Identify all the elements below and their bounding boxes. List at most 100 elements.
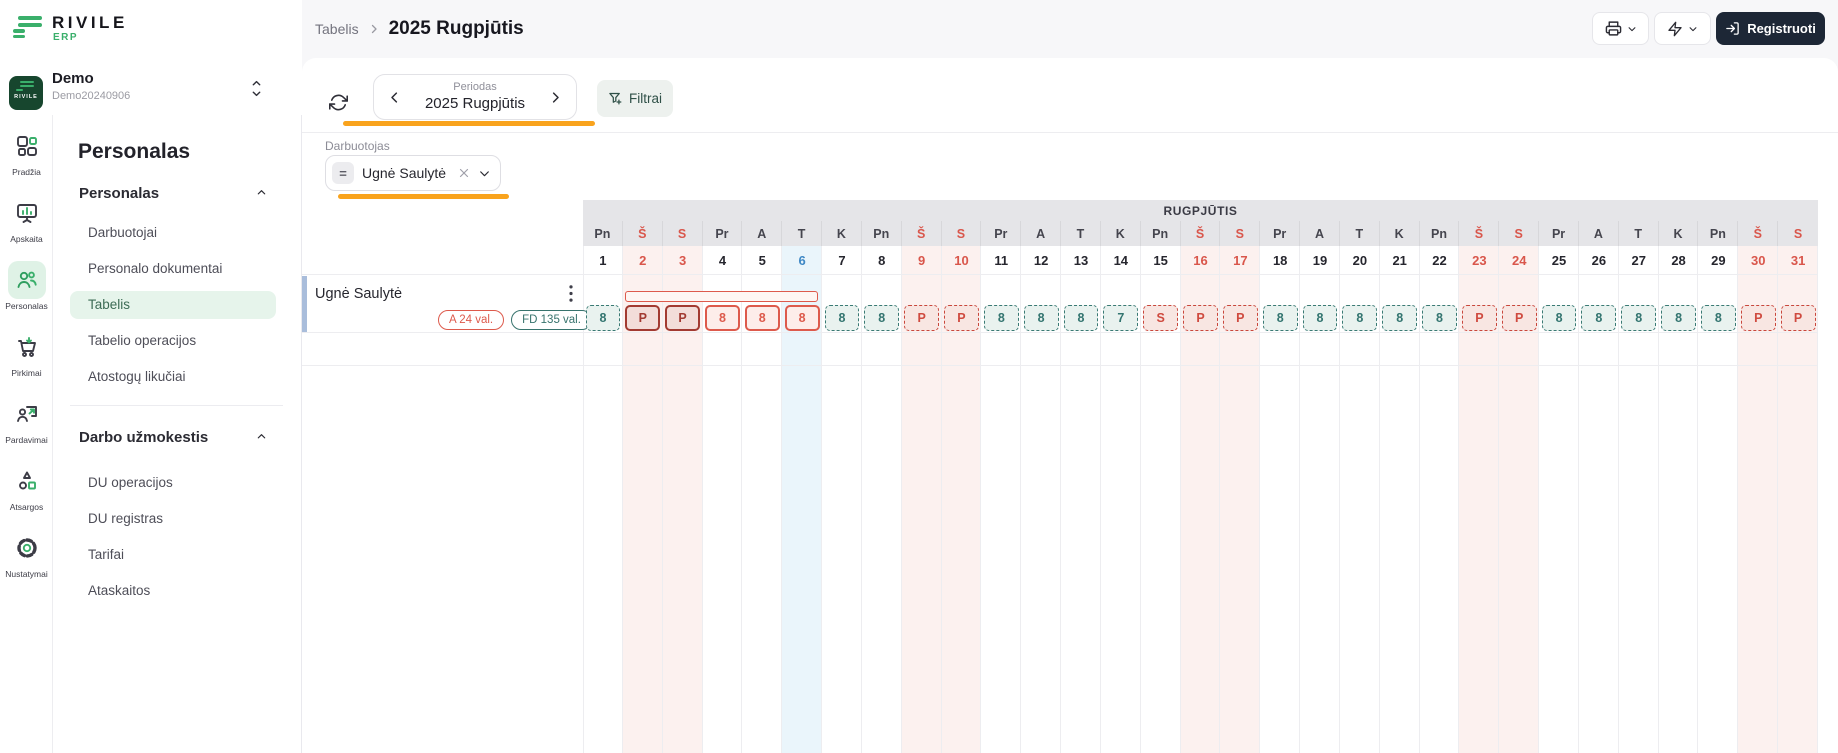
timesheet-cell-day-6[interactable]: 8 bbox=[784, 305, 820, 331]
day-number: 29 bbox=[1711, 252, 1726, 268]
sidebar-item-atsargos[interactable]: Atsargos bbox=[0, 457, 53, 524]
timesheet-cell-day-11[interactable]: 8 bbox=[983, 305, 1019, 331]
timesheet-cell-day-30[interactable]: P bbox=[1740, 305, 1776, 331]
chevron-right-icon bbox=[368, 23, 380, 35]
period-next-button[interactable] bbox=[548, 90, 563, 105]
refresh-button[interactable] bbox=[320, 84, 356, 120]
timesheet-cell-day-14[interactable]: 7 bbox=[1103, 305, 1139, 331]
timesheet-cell-day-16[interactable]: P bbox=[1183, 305, 1218, 331]
breadcrumb-parent[interactable]: Tabelis bbox=[315, 21, 359, 37]
timesheet-cell-day-27[interactable]: 8 bbox=[1621, 305, 1657, 331]
day-number: 1 bbox=[599, 252, 607, 268]
timesheet-cell-day-9[interactable]: P bbox=[904, 305, 940, 331]
timesheet-cell-day-5[interactable]: 8 bbox=[744, 305, 780, 331]
filters-button[interactable]: Filtrai bbox=[597, 80, 673, 117]
day-number: 24 bbox=[1511, 252, 1527, 268]
weekday-label: Š bbox=[902, 221, 942, 246]
employee-filter-chip[interactable]: = Ugnė Saulytė bbox=[325, 155, 501, 191]
row-menu-button[interactable] bbox=[562, 283, 580, 303]
printer-icon bbox=[1605, 20, 1622, 37]
day-number: 22 bbox=[1432, 252, 1447, 268]
day-number: 25 bbox=[1551, 252, 1567, 268]
timesheet-cell-day-18[interactable]: 8 bbox=[1262, 305, 1298, 331]
sidebar-item-ataskaitos[interactable]: Ataskaitos bbox=[53, 573, 301, 609]
worked-hours-badge[interactable]: FD 135 val. bbox=[511, 310, 592, 330]
weekday-label: S bbox=[1220, 221, 1261, 246]
brand-name: RIVILE bbox=[52, 13, 128, 32]
sidebar-item-du-operacijos[interactable]: DU operacijos bbox=[53, 465, 301, 501]
chevron-down-icon[interactable] bbox=[478, 167, 491, 180]
timesheet-cell-day-1[interactable]: 8 bbox=[585, 305, 621, 331]
weekday-label: Pr bbox=[1539, 221, 1579, 246]
register-button-label: Registruoti bbox=[1747, 21, 1816, 36]
weekday-label: S bbox=[1499, 221, 1540, 246]
timesheet-cell-day-13[interactable]: 8 bbox=[1063, 305, 1099, 331]
period-selector: Periodas 2025 Rugpjūtis bbox=[373, 74, 577, 120]
timesheet-cell-day-24[interactable]: P bbox=[1501, 305, 1537, 331]
timesheet-cell-day-21[interactable]: 8 bbox=[1382, 305, 1418, 331]
timesheet-cell-day-12[interactable]: 8 bbox=[1023, 305, 1059, 331]
timesheet-cell-day-2[interactable]: P bbox=[625, 305, 661, 331]
timesheet-cell-day-15[interactable]: S bbox=[1143, 305, 1179, 331]
day-number: 31 bbox=[1790, 252, 1806, 268]
day-number: 26 bbox=[1591, 252, 1607, 268]
sidebar-item-atostogu-likuciai[interactable]: Atostogų likučiai bbox=[53, 359, 301, 395]
weekday-label: Pn bbox=[1141, 221, 1181, 246]
timesheet-cell-day-4[interactable]: 8 bbox=[705, 305, 740, 331]
day-number: 14 bbox=[1113, 252, 1129, 268]
period-value[interactable]: 2025 Rugpjūtis bbox=[374, 95, 576, 112]
sidebar-item-pardavimai[interactable]: Pardavimai bbox=[0, 390, 53, 457]
timesheet-cell-day-3[interactable]: P bbox=[665, 305, 701, 331]
app-header: RIVILE ERP RIVILE Demo Demo20240906 bbox=[0, 0, 302, 115]
breadcrumb: Tabelis 2025 Rugpjūtis bbox=[315, 0, 524, 58]
day-number: 18 bbox=[1272, 252, 1288, 268]
sidebar-item-tarifai[interactable]: Tarifai bbox=[53, 537, 301, 573]
timesheet-cell-day-25[interactable]: 8 bbox=[1541, 305, 1577, 331]
timesheet-cell-day-19[interactable]: 8 bbox=[1302, 305, 1338, 331]
sidebar-item-personalas[interactable]: Personalas bbox=[0, 256, 53, 323]
sidebar-item-nustatymai[interactable]: Nustatymai bbox=[0, 524, 53, 591]
timesheet-cell-day-7[interactable]: 8 bbox=[824, 305, 860, 331]
menu-logo-icon[interactable] bbox=[13, 15, 43, 40]
weekday-label: K bbox=[1380, 221, 1420, 246]
timesheet-cell-day-17[interactable]: P bbox=[1222, 305, 1258, 331]
shapes-icon bbox=[8, 462, 46, 500]
sidebar-item-pirkimai[interactable]: Pirkimai bbox=[0, 323, 53, 390]
equals-handle-icon[interactable]: = bbox=[332, 162, 354, 184]
print-button[interactable] bbox=[1592, 12, 1649, 45]
weekday-label: T bbox=[1340, 221, 1380, 246]
sidebar-title: Personalas bbox=[78, 140, 191, 163]
chevron-up-icon bbox=[257, 190, 266, 195]
sidebar-item-personalo-dokumentai[interactable]: Personalo dokumentai bbox=[53, 251, 301, 287]
employee-name[interactable]: Ugnė Saulytė bbox=[315, 286, 402, 302]
sidebar-item-tabelis[interactable]: Tabelis bbox=[53, 287, 301, 323]
timesheet-cell-day-26[interactable]: 8 bbox=[1581, 305, 1617, 331]
workspace-code: Demo20240906 bbox=[52, 90, 131, 102]
timesheet-cell-day-22[interactable]: 8 bbox=[1422, 305, 1457, 331]
weekday-label: Pn bbox=[1420, 221, 1460, 246]
absence-hours-badge[interactable]: A 24 val. bbox=[438, 310, 505, 330]
register-button[interactable]: Registruoti bbox=[1716, 12, 1825, 45]
sidebar-item-pradzia[interactable]: Pradžia bbox=[0, 122, 53, 189]
app-window: Tabelis 2025 Rugpjūtis Registruoti Perio… bbox=[0, 0, 1838, 753]
selected-range-bar[interactable] bbox=[624, 291, 819, 302]
timesheet-cell-day-20[interactable]: 8 bbox=[1342, 305, 1378, 331]
sidebar-divider bbox=[70, 405, 283, 406]
quick-actions-button[interactable] bbox=[1654, 12, 1711, 45]
period-loading-bar bbox=[343, 121, 595, 126]
timesheet-cell-day-28[interactable]: 8 bbox=[1661, 305, 1696, 331]
section-darbo-uzmokestis[interactable]: Darbo užmokestis bbox=[53, 429, 301, 446]
timesheet-cell-day-31[interactable]: P bbox=[1780, 305, 1816, 331]
clear-filter-icon[interactable] bbox=[458, 167, 470, 179]
timesheet-cell-day-8[interactable]: 8 bbox=[864, 305, 900, 331]
sidebar-item-apskaita[interactable]: Apskaita bbox=[0, 189, 53, 256]
sidebar-item-darbuotojai[interactable]: Darbuotojai bbox=[53, 215, 301, 251]
sidebar-item-du-registras[interactable]: DU registras bbox=[53, 501, 301, 537]
workspace-switcher-button[interactable] bbox=[250, 80, 263, 97]
day-number: 17 bbox=[1233, 252, 1248, 268]
timesheet-cell-day-29[interactable]: 8 bbox=[1700, 305, 1736, 331]
timesheet-cell-day-23[interactable]: P bbox=[1461, 305, 1497, 331]
timesheet-cell-day-10[interactable]: P bbox=[944, 305, 979, 331]
section-personalas[interactable]: Personalas bbox=[53, 185, 301, 202]
sidebar-item-tabelio-operacijos[interactable]: Tabelio operacijos bbox=[53, 323, 301, 359]
